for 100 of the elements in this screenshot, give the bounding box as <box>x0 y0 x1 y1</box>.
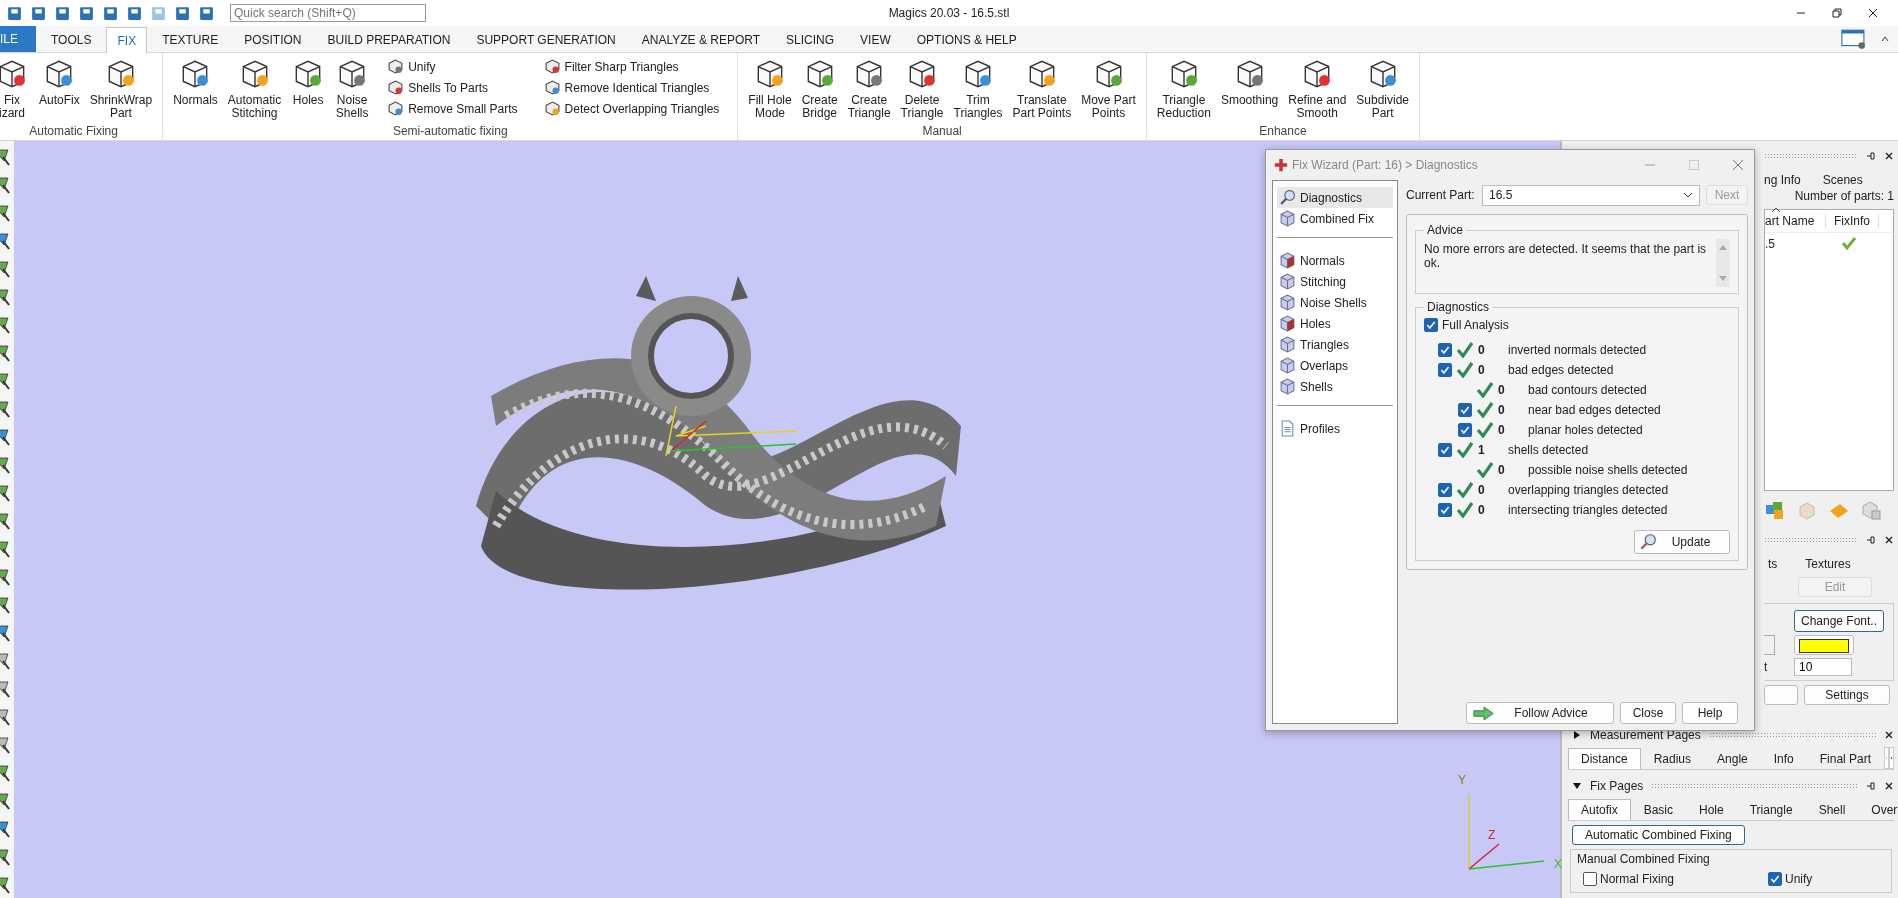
checkbox-option[interactable]: Normal Fixing <box>1583 872 1674 886</box>
page-tab[interactable]: Over <box>1858 799 1898 820</box>
close-icon[interactable] <box>1884 535 1894 545</box>
navigation-item[interactable]: Overlaps <box>1277 355 1393 376</box>
ribbon-tab[interactable]: SUPPORT GENERATION <box>465 26 627 52</box>
ribbon-tab[interactable]: FIX <box>106 27 148 53</box>
ribbon-button[interactable]: Smoothing <box>1216 57 1283 124</box>
ribbon-button[interactable]: Holes <box>287 57 330 124</box>
panel-tab[interactable]: Scenes <box>1822 173 1863 187</box>
toolbar-icon[interactable] <box>6 4 23 22</box>
ribbon-button[interactable]: Trim Triangles <box>949 57 1007 124</box>
toolbar-icon[interactable] <box>126 4 143 22</box>
toolbar-icon[interactable] <box>198 4 215 22</box>
ribbon-tab[interactable]: ANALYZE & REPORT <box>630 26 772 52</box>
navigation-item[interactable]: Normals <box>1277 250 1393 271</box>
ribbon-button[interactable]: Move Part Points <box>1077 57 1140 124</box>
change-font-button[interactable]: Change Font.. <box>1794 610 1884 632</box>
navigation-item[interactable]: Profiles <box>1277 418 1393 439</box>
size-field[interactable]: 10 <box>1794 658 1852 676</box>
ribbon-button[interactable]: Noise Shells <box>331 57 374 124</box>
ribbon-button[interactable]: Detect Overlapping Triangles <box>541 99 722 118</box>
navigation-item[interactable]: Holes <box>1277 313 1393 334</box>
checkbox[interactable] <box>1458 403 1472 417</box>
page-tab[interactable]: Radius <box>1640 748 1705 769</box>
help-button[interactable]: Help <box>1682 702 1738 724</box>
column-header[interactable]: art Name <box>1765 214 1826 228</box>
ribbon-button[interactable]: Fix izard <box>0 57 33 124</box>
collapse-ribbon-icon[interactable] <box>1880 34 1890 44</box>
color-button[interactable] <box>1794 635 1854 655</box>
settings-button[interactable]: Settings <box>1804 685 1890 705</box>
ribbon-button[interactable]: AutoFix <box>35 57 84 124</box>
ribbon-tab[interactable]: VIEW <box>849 26 902 52</box>
ribbon-button[interactable]: Automatic Stitching <box>223 57 286 124</box>
close-icon[interactable] <box>1884 151 1894 161</box>
page-tab[interactable]: Info <box>1760 748 1807 769</box>
page-tab[interactable]: Angle <box>1704 748 1761 769</box>
ribbon-button[interactable]: Create Triangle <box>843 57 895 124</box>
follow-advice-button[interactable]: Follow Advice <box>1466 702 1614 724</box>
navigation-item[interactable]: Triangles <box>1277 334 1393 355</box>
ribbon-tab[interactable]: BUILD PREPARATION <box>316 26 462 52</box>
restore-icon[interactable] <box>1832 8 1842 18</box>
update-button[interactable]: Update <box>1634 530 1730 554</box>
toolbar-icon[interactable] <box>174 4 191 22</box>
part-dropdown[interactable]: 16.5 <box>1482 184 1700 206</box>
ribbon-button[interactable]: ShrinkWrap Part <box>85 57 157 124</box>
ribbon-button[interactable]: Unify <box>385 57 520 76</box>
navigation-item[interactable]: Shells <box>1277 376 1393 397</box>
navigation-item[interactable]: Combined Fix <box>1277 208 1393 229</box>
dropdown-field[interactable] <box>1764 635 1775 655</box>
expand-icon[interactable] <box>1572 781 1582 791</box>
panel-tab[interactable]: ng Info <box>1764 173 1801 187</box>
toolbar-icon[interactable] <box>78 4 95 22</box>
toolbar-icon[interactable] <box>54 4 71 22</box>
close-icon[interactable] <box>1884 730 1894 740</box>
ribbon-button[interactable]: Shells To Parts <box>385 78 520 97</box>
checkbox[interactable] <box>1458 423 1472 437</box>
ribbon-tab[interactable]: OPTIONS & HELP <box>905 26 1028 52</box>
page-tab[interactable]: Final Part <box>1806 748 1885 769</box>
checkbox[interactable] <box>1438 443 1452 457</box>
search-field[interactable]: Quick search (Shift+Q) <box>230 4 426 22</box>
ribbon-tab[interactable]: POSITION <box>233 26 313 52</box>
toolbar-icon[interactable] <box>30 4 47 22</box>
ribbon-button[interactable]: Create Bridge <box>797 57 842 124</box>
ribbon-button[interactable]: Normals <box>169 57 222 124</box>
pin-icon[interactable] <box>1866 535 1876 545</box>
cubes-icon[interactable] <box>1764 499 1786 521</box>
close-icon[interactable] <box>1868 8 1878 18</box>
page-tab[interactable]: Shell <box>1805 799 1859 820</box>
panel-tab[interactable]: ts <box>1768 557 1778 571</box>
pin-icon[interactable] <box>1866 781 1876 791</box>
ribbon-button[interactable]: Remove Identical Triangles <box>541 78 722 97</box>
pin-icon[interactable] <box>1866 151 1876 161</box>
panel-tab[interactable]: Textures <box>1805 557 1851 571</box>
checkbox-option[interactable]: Unify <box>1768 872 1813 886</box>
navigation-item[interactable]: Noise Shells <box>1277 292 1393 313</box>
ribbon-button[interactable]: Translate Part Points <box>1008 57 1076 124</box>
ribbon-button[interactable]: Fill Hole Mode <box>744 57 796 124</box>
ribbon-tab[interactable]: TOOLS <box>40 26 103 52</box>
checkbox[interactable] <box>1438 363 1452 377</box>
page-tab[interactable]: Distance <box>1568 748 1641 769</box>
ribbon-tab[interactable]: SLICING <box>775 26 846 52</box>
toolbar-icon[interactable] <box>102 4 119 22</box>
ribbon-tab[interactable]: TEXTURE <box>151 26 230 52</box>
close-button[interactable]: Close <box>1620 702 1676 724</box>
column-header[interactable]: FixInfo <box>1826 214 1879 228</box>
ribbon-button[interactable]: Delete Triangle <box>896 57 948 124</box>
ribbon-button[interactable]: Remove Small Parts <box>385 99 520 118</box>
page-tab[interactable]: Triangle <box>1736 799 1806 820</box>
close-icon[interactable] <box>1884 781 1894 791</box>
automatic-fixing-button[interactable]: Automatic Combined Fixing <box>1572 825 1745 845</box>
navigation-item[interactable]: Stitching <box>1277 271 1393 292</box>
navigation-item[interactable]: Diagnostics <box>1277 187 1393 208</box>
ribbon-button[interactable]: Subdivide Part <box>1352 57 1414 124</box>
page-tab[interactable]: Hole <box>1686 799 1737 820</box>
file-menu-tab[interactable]: ILE <box>0 26 36 52</box>
checkbox[interactable] <box>1438 483 1452 497</box>
checkbox[interactable] <box>1438 343 1452 357</box>
checkbox[interactable] <box>1438 503 1452 517</box>
page-tab[interactable]: Basic <box>1630 799 1687 820</box>
page-tab[interactable]: Autofix <box>1568 799 1631 820</box>
